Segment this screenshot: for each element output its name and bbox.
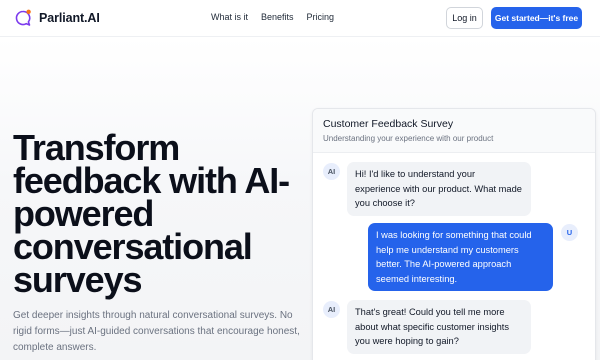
- hero-title-line: surveys: [13, 259, 143, 300]
- brand-name: Parliant.AI: [39, 11, 100, 25]
- chat-bubble-logo-icon: [13, 8, 33, 28]
- hero-title: Transform feedback with AI- powered conv…: [13, 130, 303, 298]
- hero-subtitle: Get deeper insights through natural conv…: [13, 310, 300, 353]
- ai-message-bubble: That's great! Could you tell me more abo…: [347, 300, 531, 354]
- survey-card-header: Customer Feedback Survey Understanding y…: [313, 109, 595, 153]
- nav-link-benefits[interactable]: Benefits: [261, 12, 294, 22]
- user-message-bubble: I was looking for something that could h…: [368, 223, 553, 291]
- ai-message-bubble: Hi! I'd like to understand your experien…: [347, 162, 531, 216]
- brand-logo-link[interactable]: Parliant.AI: [13, 8, 100, 28]
- ai-avatar: AI: [323, 301, 340, 318]
- survey-title: Customer Feedback Survey: [323, 118, 454, 130]
- get-started-button[interactable]: Get started—it's free: [491, 7, 582, 29]
- main-nav: What is it Benefits Pricing: [211, 12, 347, 22]
- survey-subtitle: Understanding your experience with our p…: [323, 134, 494, 143]
- top-navigation-bar: Parliant.AI What is it Benefits Pricing …: [0, 0, 600, 37]
- user-avatar: U: [561, 224, 578, 241]
- nav-link-pricing[interactable]: Pricing: [307, 12, 335, 22]
- survey-preview-card: Customer Feedback Survey Understanding y…: [312, 108, 596, 360]
- ai-avatar: AI: [323, 163, 340, 180]
- nav-link-what-is-it[interactable]: What is it: [211, 12, 248, 22]
- login-button[interactable]: Log in: [446, 7, 483, 29]
